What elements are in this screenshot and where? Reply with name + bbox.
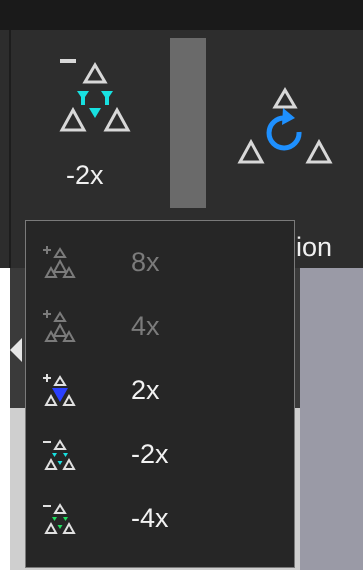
rotation-button[interactable] <box>235 80 335 180</box>
toolbar-scroll-thumb[interactable] <box>170 38 206 208</box>
menu-item-label: 8x <box>131 247 160 277</box>
menu-item-label: -2x <box>131 439 169 469</box>
minus-triangle-cyan-icon <box>59 59 131 132</box>
menu-item-4x[interactable]: 4x <box>26 293 294 357</box>
rotate-triangle-icon <box>237 87 333 164</box>
plus-triangle-icon <box>43 246 76 278</box>
toolbar-top-strip <box>0 0 363 30</box>
minus-triangle-green-icon <box>43 503 76 534</box>
background-panel <box>300 268 363 570</box>
menu-item-label: 4x <box>131 311 160 341</box>
menu-item-label: -4x <box>131 503 169 533</box>
menu-item-minus-4x[interactable]: -4x <box>26 485 294 549</box>
speed-dropdown-menu: 8x 4x 2x -2x -4x <box>25 220 295 568</box>
menu-item-2x[interactable]: 2x <box>26 357 294 421</box>
speed-button-label: -2x <box>66 160 104 190</box>
plus-triangle-icon <box>43 310 76 342</box>
app-screen: -2x ion 8x 4x 2x -2x -4x <box>0 0 363 570</box>
plus-triangle-blue-icon <box>43 374 76 406</box>
rotation-button-label: ion <box>296 232 333 262</box>
menu-item-label: 2x <box>131 375 160 405</box>
menu-item-minus-2x[interactable]: -2x <box>26 421 294 485</box>
minus-triangle-cyan-icon <box>43 439 76 470</box>
chevron-left-icon[interactable] <box>10 338 22 362</box>
menu-item-8x[interactable]: 8x <box>26 229 294 293</box>
toolbar-left-separator <box>9 30 11 268</box>
speed-button[interactable]: -2x <box>40 45 150 205</box>
